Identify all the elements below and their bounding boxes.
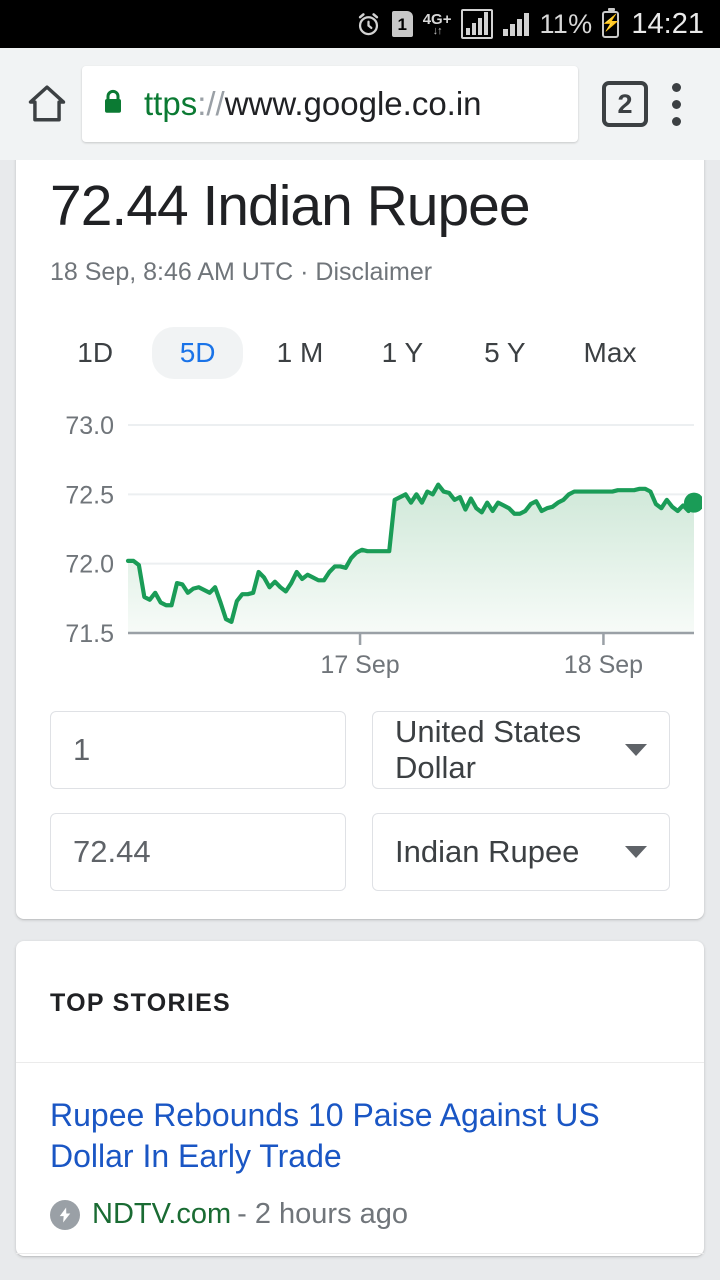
tab-1m[interactable]: 1 M <box>255 327 345 379</box>
x-tick-label-17sep: 17 Sep <box>320 651 399 679</box>
x-tick-label-18sep: 18 Sep <box>564 651 643 679</box>
url-bar[interactable]: ttps://www.google.co.in <box>82 66 578 142</box>
network-type-icon: 4G+ ↓↑ <box>423 12 452 37</box>
chart-x-ticks <box>358 632 605 645</box>
to-currency-value: Indian Rupee <box>395 833 580 869</box>
list-item[interactable]: Rupee Rebounds 10 Paise Against US Dolla… <box>16 1063 704 1255</box>
top-stories-card: TOP STORIES Rupee Rebounds 10 Paise Agai… <box>16 940 704 1257</box>
home-icon[interactable] <box>16 81 78 127</box>
tab-max[interactable]: Max <box>562 327 658 379</box>
lock-icon <box>100 87 126 122</box>
chevron-down-icon <box>625 743 647 756</box>
status-bar: 1 4G+ ↓↑ 11% ⚡ 14:21 <box>0 0 720 48</box>
top-stories-heading: TOP STORIES <box>16 941 704 1063</box>
data-transfer-arrows: ↓↑ <box>432 24 443 37</box>
y-tick-label: 72.5 <box>65 481 114 509</box>
chart-area-fill <box>128 484 694 633</box>
url-text: ttps://www.google.co.in <box>144 85 482 123</box>
converter-row-to: 72.44 Indian Rupee <box>50 812 670 891</box>
url-separator: :// <box>197 85 225 122</box>
chart-range-tabs: 1D 5D 1 M 1 Y 5 Y Max <box>50 326 670 379</box>
battery-percent-label: 11% <box>539 8 593 39</box>
from-currency-select[interactable]: United States Dollar <box>372 710 670 789</box>
from-amount-value: 1 <box>73 731 91 767</box>
browser-toolbar: ttps://www.google.co.in 2 <box>0 48 720 160</box>
tab-counter-button[interactable]: 2 <box>602 81 648 127</box>
tab-5d[interactable]: 5D <box>152 326 243 379</box>
chart-y-tick-labels: 71.5 72.0 72.5 73.0 <box>65 412 114 648</box>
url-host: www.google.co.in <box>224 85 482 122</box>
exchange-rate-chart[interactable]: 71.5 72.0 72.5 73.0 17 Sep 18 Sep <box>50 407 702 687</box>
amp-lightning-icon <box>50 1199 80 1230</box>
tab-5y[interactable]: 5 Y <box>460 327 550 379</box>
battery-charging-icon: ⚡ <box>601 7 621 38</box>
sim-card-icon: 1 <box>391 11 413 37</box>
story-source: NDTV.com <box>92 1198 232 1231</box>
tab-1d[interactable]: 1D <box>50 327 140 379</box>
y-tick-label: 72.0 <box>65 550 114 578</box>
page-title: 72.44 Indian Rupee <box>50 174 531 238</box>
currency-converter-card: 72.44 Indian Rupee 18 Sep, 8:46 AM UTC ·… <box>16 160 704 919</box>
to-amount-input[interactable]: 72.44 <box>50 812 346 891</box>
signal-strength-icon-sim2 <box>503 12 530 36</box>
story-title[interactable]: Rupee Rebounds 10 Paise Against US Dolla… <box>50 1095 670 1177</box>
to-currency-select[interactable]: Indian Rupee <box>372 812 670 891</box>
rate-timestamp-disclaimer: 18 Sep, 8:46 AM UTC · Disclaimer <box>50 257 433 286</box>
from-amount-input[interactable]: 1 <box>50 710 346 789</box>
signal-strength-icon-sim1 <box>461 9 494 39</box>
alarm-clock-icon <box>355 11 382 38</box>
chevron-down-icon <box>625 845 647 858</box>
from-currency-value: United States Dollar <box>395 713 582 785</box>
clock-label: 14:21 <box>631 7 704 40</box>
story-timestamp: - 2 hours ago <box>237 1198 409 1231</box>
page-content: 72.44 Indian Rupee 18 Sep, 8:46 AM UTC ·… <box>0 160 720 1280</box>
tab-1y[interactable]: 1 Y <box>357 327 447 379</box>
url-scheme: ttps <box>144 85 198 122</box>
story-meta: NDTV.com - 2 hours ago <box>50 1198 670 1231</box>
converter-row-from: 1 United States Dollar <box>50 710 670 789</box>
chart-svg: 71.5 72.0 72.5 73.0 17 Sep 18 Sep <box>65 412 702 679</box>
overflow-menu-icon[interactable] <box>648 82 704 126</box>
to-amount-value: 72.44 <box>73 833 151 869</box>
sim-number: 1 <box>391 11 413 37</box>
y-tick-label: 71.5 <box>65 620 114 648</box>
y-tick-label: 73.0 <box>65 412 114 440</box>
